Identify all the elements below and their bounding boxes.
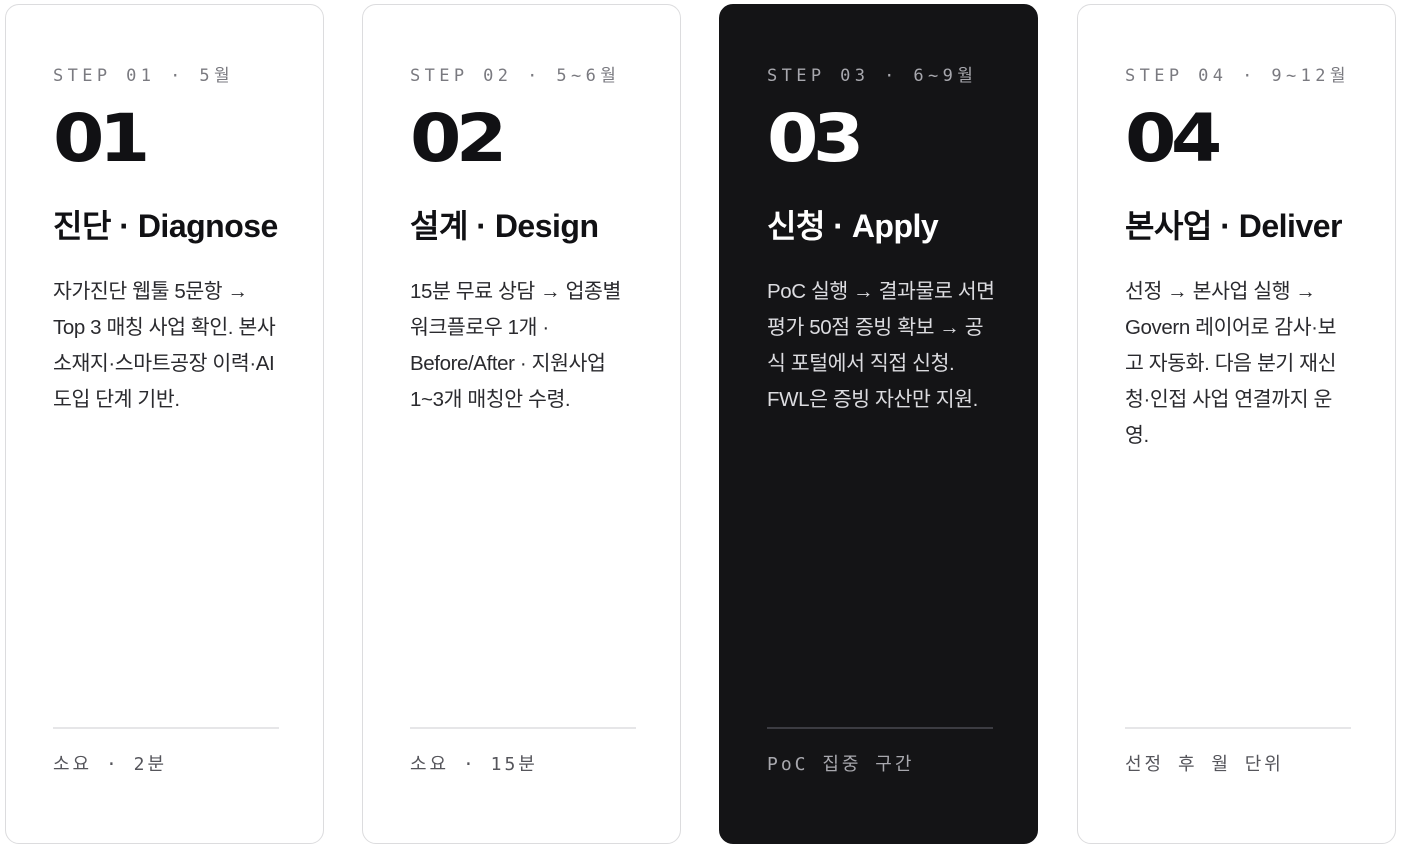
step-description: 자가진단 웹툴 5문항 → Top 3 매칭 사업 확인. 본사 소재지·스마트… <box>53 280 276 411</box>
step-number: 01 <box>53 100 150 177</box>
step-card-deliver: STEP 04 · 9~12월 04 본사업 · Deliver 선정 → 본사… <box>1077 4 1396 844</box>
divider <box>1125 727 1351 729</box>
step-label: STEP 03 · 6~9월 <box>767 66 978 86</box>
step-label: STEP 02 · 5~6월 <box>410 66 621 86</box>
card-content: STEP 04 · 9~12월 04 본사업 · Deliver 선정 → 본사… <box>1125 5 1353 454</box>
step-number: 04 <box>1125 100 1222 177</box>
step-label: STEP 01 · 5월 <box>53 66 235 86</box>
step-title: 설계 · Design <box>410 208 599 244</box>
card-content: STEP 03 · 6~9월 03 신청 · Apply PoC 실행 → 결과… <box>767 5 995 418</box>
card-content: STEP 01 · 5월 01 진단 · Diagnose 자가진단 웹툴 5문… <box>53 5 281 418</box>
step-description: 15분 무료 상담 → 업종별 워크플로우 1개 · Before/After … <box>410 280 621 411</box>
step-card-design: STEP 02 · 5~6월 02 설계 · Design 15분 무료 상담 … <box>362 4 681 844</box>
step-footer: 선정 후 월 단위 <box>1125 754 1284 775</box>
step-card-apply: STEP 03 · 6~9월 03 신청 · Apply PoC 실행 → 결과… <box>719 4 1038 844</box>
step-footer: PoC 집중 구간 <box>767 754 915 775</box>
divider <box>410 727 636 729</box>
step-footer: 소요 · 2분 <box>53 754 168 775</box>
process-steps: STEP 01 · 5월 01 진단 · Diagnose 자가진단 웹툴 5문… <box>0 0 1402 844</box>
step-description: PoC 실행 → 결과물로 서면평가 50점 증빙 확보 → 공식 포털에서 직… <box>767 280 995 411</box>
step-title: 신청 · Apply <box>767 208 939 244</box>
step-title: 진단 · Diagnose <box>53 208 278 244</box>
step-description: 선정 → 본사업 실행 → Govern 레이어로 감사·보고 자동화. 다음 … <box>1125 280 1337 447</box>
card-content: STEP 02 · 5~6월 02 설계 · Design 15분 무료 상담 … <box>410 5 638 418</box>
divider <box>767 727 993 729</box>
step-footer: 소요 · 15분 <box>410 754 538 775</box>
step-card-diagnose: STEP 01 · 5월 01 진단 · Diagnose 자가진단 웹툴 5문… <box>5 4 324 844</box>
step-number: 02 <box>410 100 507 177</box>
step-title: 본사업 · Deliver <box>1125 208 1343 244</box>
divider <box>53 727 279 729</box>
step-label: STEP 04 · 9~12월 <box>1125 66 1350 86</box>
step-number: 03 <box>767 100 864 177</box>
